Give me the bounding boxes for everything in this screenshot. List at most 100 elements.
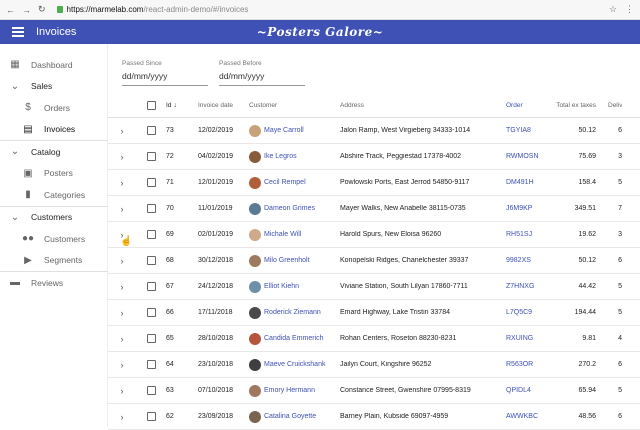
customer-link[interactable]: Michale Will [264,231,301,238]
customer-link[interactable]: Roderick Ziemann [264,309,321,316]
sidebar-item-dashboard[interactable]: ▦ Dashboard [0,54,108,76]
column-header-delivery[interactable]: Delivery fe [596,102,622,109]
sidebar-item-invoices[interactable]: ▤ Invoices [0,119,108,141]
sidebar-group-catalog[interactable]: ⌄ Catalog [0,141,108,163]
expand-chevron-icon[interactable]: › [108,308,136,318]
expand-chevron-icon[interactable]: › [108,386,136,396]
order-link[interactable]: J6M9KP [506,205,556,212]
expand-chevron-icon[interactable]: › [108,178,136,188]
customer-cell[interactable]: Ike Legros [249,150,340,163]
customer-link[interactable]: Dameon Grimes [264,205,315,212]
customer-cell[interactable]: Elliot Kiehn [249,280,340,293]
table-row[interactable]: › 72 04/02/2019 Ike Legros Abshire Track, Pe… [108,144,640,170]
customer-cell[interactable]: Catalina Goyette [249,410,340,423]
sidebar-group-customers[interactable]: ⌄ Customers [0,207,108,229]
customer-cell[interactable]: Maye Carroll [249,124,340,137]
order-link[interactable]: RWMOSN [506,153,556,160]
table-row[interactable]: › 62 23/09/2018 Catalina Goyette Barney Plai… [108,404,640,430]
expand-chevron-icon[interactable]: › [108,282,136,292]
customer-link[interactable]: Maye Carroll [264,127,304,134]
order-link[interactable]: TGYIA8 [506,127,556,134]
customer-link[interactable]: Ike Legros [264,153,297,160]
customer-link[interactable]: Candida Emmerich [264,335,324,342]
table-row[interactable]: › 68 30/12/2018 Milo Greenholt Konopelski Ri… [108,248,640,274]
passed-since-filter[interactable]: Passed Since dd/mm/yyyy [122,60,208,86]
sidebar-group-sales[interactable]: ⌄ Sales [0,76,108,98]
sidebar-item-categories[interactable]: ▮ Categories [0,184,108,206]
column-header-date[interactable]: Invoice date [198,102,249,109]
expand-chevron-icon[interactable]: › [108,152,136,162]
customer-link[interactable]: Maeve Cruickshank [264,361,325,368]
table-row[interactable]: › 63 07/10/2018 Emory Hermann Constance Stre… [108,378,640,404]
row-checkbox[interactable] [146,282,156,291]
passed-before-filter[interactable]: Passed Before dd/mm/yyyy [219,60,305,86]
customer-cell[interactable]: Emory Hermann [249,384,340,397]
table-row[interactable]: › 69 02/01/2019 Michale Will Harold Spurs, N… [108,222,640,248]
order-link[interactable]: RXUING [506,335,556,342]
sidebar-item-reviews[interactable]: ▬ Reviews [0,272,108,294]
column-header-id[interactable]: Id ↓ [166,102,198,109]
table-row[interactable]: › 64 23/10/2018 Maeve Cruickshank Jailyn Cou… [108,352,640,378]
column-header-order[interactable]: Order [506,102,556,109]
expand-chevron-icon[interactable]: › [108,204,136,214]
expand-chevron-icon[interactable]: › [108,412,136,422]
sidebar-item-posters[interactable]: ▣ Posters [0,163,108,185]
expand-chevron-icon[interactable]: › [108,334,136,344]
row-checkbox[interactable] [146,230,156,239]
customer-cell[interactable]: Dameon Grimes [249,202,340,215]
customer-cell[interactable]: Michale Will [249,228,340,241]
star-icon[interactable]: ☆ [609,4,617,15]
customer-link[interactable]: Emory Hermann [264,387,315,394]
customer-link[interactable]: Catalina Goyette [264,413,316,420]
column-header-address[interactable]: Address [340,102,506,109]
table-row[interactable]: › 70 11/01/2019 Dameon Grimes Mayer Walks, N… [108,196,640,222]
table-row[interactable]: › 66 17/11/2018 Roderick Ziemann Emard Highw… [108,300,640,326]
expand-chevron-icon[interactable]: › [108,126,136,136]
expand-chevron-icon[interactable]: › [108,360,136,370]
passed-since-input[interactable]: dd/mm/yyyy [122,71,208,86]
customer-cell[interactable]: Candida Emmerich [249,332,340,345]
sidebar-item-customers[interactable]: ●● Customers [0,228,108,250]
browser-menu-icon[interactable]: ⋮ [625,4,634,15]
row-checkbox[interactable] [146,152,156,161]
customer-link[interactable]: Cecil Rempel [264,179,306,186]
customer-link[interactable]: Milo Greenholt [264,257,310,264]
order-link[interactable]: L7Q5C9 [506,309,556,316]
expand-chevron-icon[interactable]: › [108,256,136,266]
passed-before-input[interactable]: dd/mm/yyyy [219,71,305,86]
row-checkbox[interactable] [146,204,156,213]
row-checkbox[interactable] [146,308,156,317]
back-icon[interactable]: ← [6,5,15,15]
forward-icon[interactable]: → [22,5,31,15]
sidebar-item-segments[interactable]: ▶ Segments [0,250,108,272]
select-all-checkbox[interactable] [146,101,156,110]
sidebar-item-orders[interactable]: $ Orders [0,97,108,119]
row-checkbox[interactable] [146,178,156,187]
row-checkbox[interactable] [146,386,156,395]
row-checkbox[interactable] [146,126,156,135]
order-link[interactable]: 9982XS [506,257,556,264]
table-row[interactable]: › 65 28/10/2018 Candida Emmerich Rohan Cente… [108,326,640,352]
table-row[interactable]: › 67 24/12/2018 Elliot Kiehn Viviane Station… [108,274,640,300]
column-header-total[interactable]: Total ex taxes [556,102,596,109]
customer-cell[interactable]: Roderick Ziemann [249,306,340,319]
table-row[interactable]: › 73 12/02/2019 Maye Carroll Jalon Ramp, Wes… [108,118,640,144]
address-bar[interactable]: https://marmelab.com/react-admin-demo/#/… [67,5,601,14]
customer-cell[interactable]: Milo Greenholt [249,254,340,267]
order-link[interactable]: R563OR [506,361,556,368]
reload-icon[interactable]: ↻ [38,4,46,15]
customer-cell[interactable]: Maeve Cruickshank [249,358,340,371]
order-link[interactable]: RH51SJ [506,231,556,238]
order-link[interactable]: DM491H [506,179,556,186]
customer-link[interactable]: Elliot Kiehn [264,283,299,290]
row-checkbox[interactable] [146,334,156,343]
row-checkbox[interactable] [146,360,156,369]
customer-cell[interactable]: Cecil Rempel [249,176,340,189]
column-header-customer[interactable]: Customer [249,102,340,109]
row-checkbox[interactable] [146,412,156,421]
order-link[interactable]: AWWKBC [506,413,556,420]
order-link[interactable]: QPIDL4 [506,387,556,394]
row-checkbox[interactable] [146,256,156,265]
table-row[interactable]: › 71 12/01/2019 Cecil Rempel Powlowski Ports… [108,170,640,196]
order-link[interactable]: Z7HNXG [506,283,556,290]
